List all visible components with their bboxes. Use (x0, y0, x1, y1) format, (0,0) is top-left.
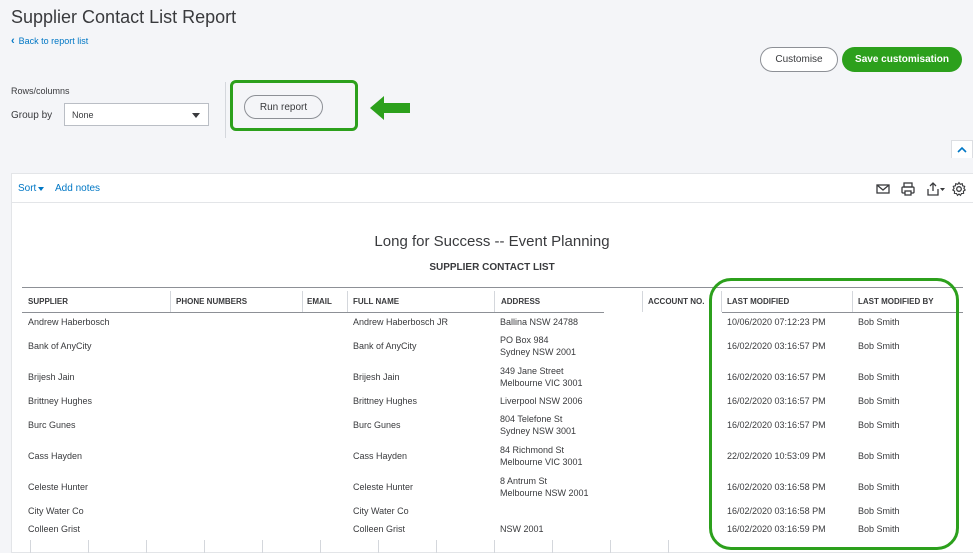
grid-tick (668, 540, 669, 553)
cell-full-name: City Water Co (353, 506, 409, 516)
collapse-options-button[interactable] (951, 140, 973, 158)
back-link-label: Back to report list (18, 36, 89, 46)
group-by-label: Group by (11, 110, 53, 121)
cell-full-name: Brijesh Jain (353, 372, 400, 382)
grid-tick (552, 540, 553, 553)
cell-address-line2: Melbourne VIC 3001 (500, 378, 583, 388)
cell-address-line2: Melbourne NSW 2001 (500, 488, 589, 498)
cell-supplier[interactable]: Brijesh Jain (28, 371, 75, 383)
sort-dropdown[interactable]: Sort (18, 183, 45, 194)
customise-button[interactable]: Customise (760, 47, 838, 72)
cell-address: 349 Jane Street (500, 366, 564, 376)
company-name: Long for Success -- Event Planning (374, 233, 610, 250)
grid-tick (88, 540, 89, 553)
group-by-select[interactable]: None (64, 103, 209, 126)
cell-full-name: Colleen Grist (353, 524, 406, 534)
cell-full-name: Celeste Hunter (353, 482, 414, 492)
grid-tick (146, 540, 147, 553)
header-underline (22, 312, 604, 313)
add-notes-link[interactable]: Add notes (55, 183, 100, 194)
cell-supplier[interactable]: Celeste Hunter (28, 481, 88, 493)
col-separator (494, 291, 495, 312)
cell-full-name: Cass Hayden (353, 451, 408, 461)
report-toolbar (11, 173, 973, 203)
cell-full-name: Brittney Hughes (353, 396, 418, 406)
col-separator (302, 291, 303, 312)
cell-full-name: Andrew Haberbosch JR (353, 317, 449, 327)
col-head-address[interactable]: ADDRESS (501, 297, 540, 306)
settings-icon[interactable] (951, 181, 967, 197)
cell-supplier[interactable]: Cass Hayden (28, 450, 82, 462)
cell-address-line2: Sydney NSW 2001 (500, 347, 577, 357)
caret-down-icon (38, 186, 45, 191)
green-arrow-left-icon (370, 96, 410, 120)
grid-tick (320, 540, 321, 553)
grid-tick (436, 540, 437, 553)
cell-supplier[interactable]: City Water Co (28, 505, 84, 517)
divider (225, 82, 226, 138)
grid-tick (610, 540, 611, 553)
chevron-left-icon: ‹ (11, 34, 15, 47)
cell-supplier[interactable]: Bank of AnyCity (28, 340, 92, 352)
back-to-report-list-link[interactable]: ‹ Back to report list (11, 34, 89, 47)
cell-address-line2: Sydney NSW 3001 (500, 426, 577, 436)
report-heading: SUPPLIER CONTACT LIST (429, 262, 555, 273)
cell-supplier[interactable]: Andrew Haberbosch (28, 316, 110, 328)
cell-address: 804 Telefone St (500, 414, 563, 424)
page-title: Supplier Contact List Report (11, 7, 237, 27)
caret-down-icon (192, 113, 200, 118)
cell-full-name: Bank of AnyCity (353, 341, 417, 351)
grid-tick (378, 540, 379, 553)
run-report-button[interactable]: Run report (244, 95, 323, 119)
grid-tick (494, 540, 495, 553)
cell-address: PO Box 984 (500, 335, 549, 345)
col-head-supplier[interactable]: SUPPLIER (28, 297, 68, 306)
cell-address: 84 Richmond St (500, 445, 565, 455)
col-head-email[interactable]: EMAIL (307, 297, 332, 306)
last-modified-highlight (709, 278, 959, 550)
cell-address: 8 Antrum St (500, 476, 548, 486)
grid-tick (262, 540, 263, 553)
col-separator (347, 291, 348, 312)
cell-supplier[interactable]: Burc Gunes (28, 419, 76, 431)
cell-full-name: Burc Gunes (353, 420, 401, 430)
cell-address: Liverpool NSW 2006 (500, 396, 583, 406)
cell-address-line2: Melbourne VIC 3001 (500, 457, 583, 467)
cell-supplier[interactable]: Colleen Grist (28, 523, 80, 535)
grid-tick (204, 540, 205, 553)
mail-icon[interactable] (875, 181, 891, 197)
col-head-phone[interactable]: PHONE NUMBERS (176, 297, 247, 306)
cell-address: NSW 2001 (500, 524, 544, 534)
group-by-value: None (72, 109, 94, 120)
col-head-account-no[interactable]: ACCOUNT NO. (648, 297, 704, 306)
cell-supplier[interactable]: Brittney Hughes (28, 395, 92, 407)
chevron-up-icon (957, 146, 967, 153)
col-head-full-name[interactable]: FULL NAME (353, 297, 399, 306)
col-separator (170, 291, 171, 312)
rows-columns-label: Rows/columns (11, 86, 70, 96)
grid-tick (30, 540, 31, 553)
col-separator (642, 291, 643, 312)
sort-label: Sort (18, 183, 37, 194)
export-icon[interactable] (926, 181, 946, 197)
cell-address: Ballina NSW 24788 (500, 317, 579, 327)
save-customisation-button[interactable]: Save customisation (842, 47, 962, 72)
print-icon[interactable] (900, 181, 916, 197)
